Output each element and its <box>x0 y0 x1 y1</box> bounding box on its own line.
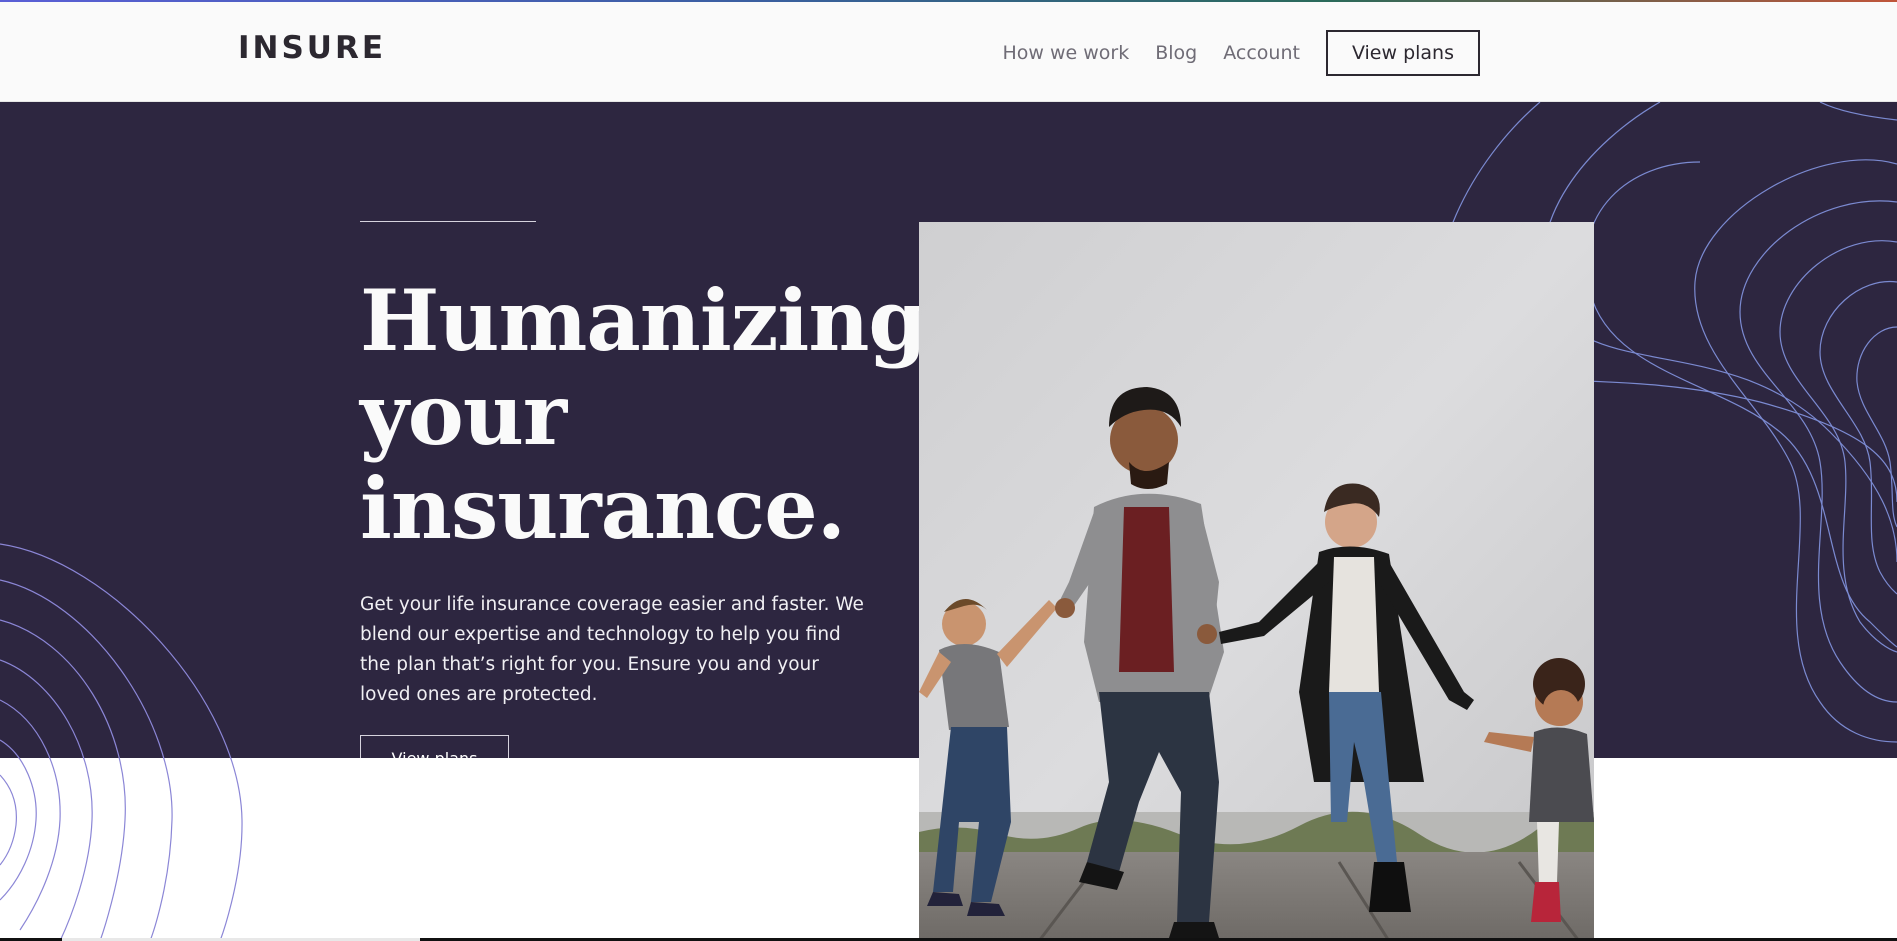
hero-title-line-2: your <box>360 365 567 464</box>
hero-family-photo <box>919 222 1594 941</box>
hero-description: Get your life insurance coverage easier … <box>360 594 864 705</box>
insure-logo[interactable]: INSURE <box>238 30 386 66</box>
hero-title: Humanizing your insurance. <box>360 274 927 558</box>
view-plans-header-button[interactable]: View plans <box>1325 30 1480 76</box>
site-header: INSURE How we work Blog Account View pla… <box>0 0 1897 102</box>
family-walking-illustration <box>919 222 1594 941</box>
hero-button-overlap-cover <box>360 758 511 780</box>
hero-divider-line <box>360 221 536 222</box>
main-nav: How we work Blog Account View plans <box>1002 30 1480 76</box>
nav-link-how-we-work[interactable]: How we work <box>1002 42 1129 64</box>
hero-title-line-3: insurance. <box>360 459 846 558</box>
nav-link-account[interactable]: Account <box>1223 42 1300 64</box>
decorative-curves-left <box>0 543 243 941</box>
top-accent-bar <box>0 0 1897 2</box>
nav-link-blog[interactable]: Blog <box>1155 42 1197 64</box>
hero-title-line-1: Humanizing <box>360 271 927 370</box>
